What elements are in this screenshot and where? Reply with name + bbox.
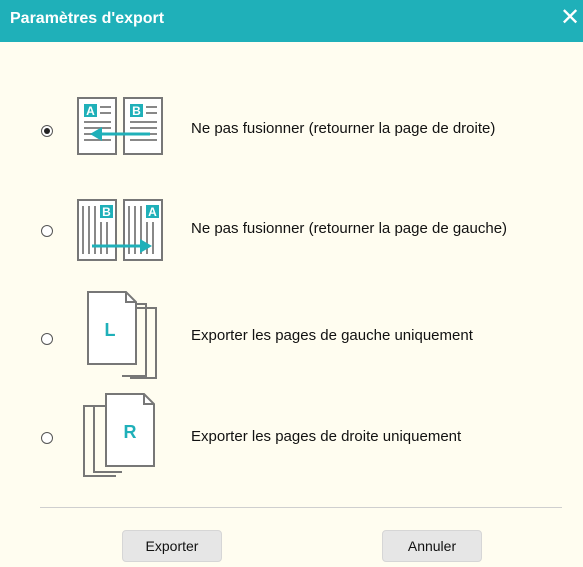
page-letter-a: A xyxy=(86,104,95,118)
divider xyxy=(40,507,562,508)
page-letter-b: B xyxy=(102,205,111,219)
dialog-titlebar: Paramètres d'export ✕ xyxy=(0,0,583,42)
left-pages-icon: L xyxy=(87,291,157,379)
radio-right-pages-only[interactable] xyxy=(41,432,53,444)
right-pages-icon: R xyxy=(83,393,155,477)
dialog-title: Paramètres d'export xyxy=(10,10,165,27)
radio-no-merge-flip-right[interactable] xyxy=(41,125,53,137)
merge-right-page-icon: A B xyxy=(77,97,163,155)
close-icon[interactable]: ✕ xyxy=(557,4,583,34)
option-no-merge-flip-right[interactable]: A B Ne pas fusionner (retourner la page … xyxy=(36,90,576,170)
page-letter-b: B xyxy=(132,104,141,118)
option-right-pages-only[interactable]: R Exporter les pages de droite uniquemen… xyxy=(36,392,576,477)
page-letter-r: R xyxy=(124,422,137,442)
export-button[interactable]: Exporter xyxy=(122,530,222,562)
option-left-pages-only[interactable]: L Exporter les pages de gauche uniquemen… xyxy=(36,290,576,379)
cancel-button[interactable]: Annuler xyxy=(382,530,482,562)
option-label: Ne pas fusionner (retourner la page de d… xyxy=(191,120,496,137)
option-label: Exporter les pages de droite uniquement xyxy=(191,428,462,445)
option-label: Exporter les pages de gauche uniquement xyxy=(191,327,473,344)
radio-left-pages-only[interactable] xyxy=(41,333,53,345)
page-letter-a: A xyxy=(148,205,157,219)
option-no-merge-flip-left[interactable]: B A Ne pas fusionner (retourner la page … xyxy=(36,192,576,272)
option-label: Ne pas fusionner (retourner la page de g… xyxy=(191,220,508,237)
merge-left-page-icon: B A xyxy=(77,199,163,261)
page-letter-l: L xyxy=(105,320,116,340)
radio-no-merge-flip-left[interactable] xyxy=(41,225,53,237)
